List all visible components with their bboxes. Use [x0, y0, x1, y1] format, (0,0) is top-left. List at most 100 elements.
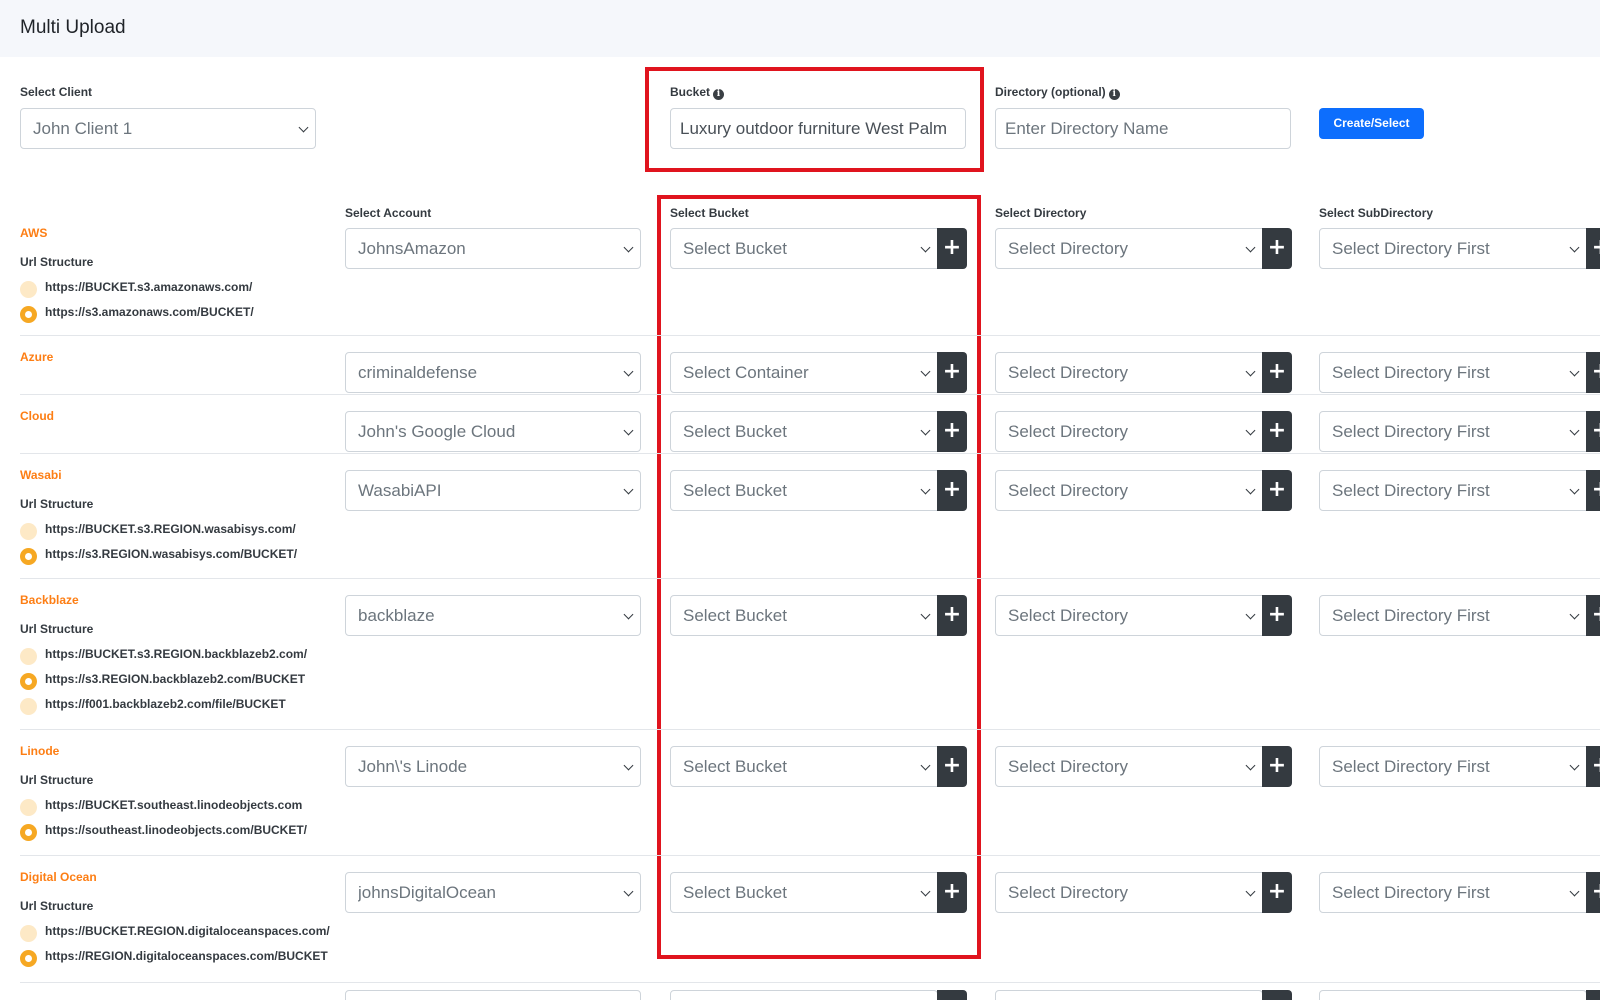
subdirectory-select-aws[interactable]: Select Directory First — [1319, 228, 1587, 269]
chevron-down-icon — [1569, 886, 1580, 897]
client-select-value: John Client 1 — [33, 119, 133, 138]
partial-row-add-button[interactable] — [937, 990, 967, 1000]
directory-select-backblaze[interactable]: Select Directory — [995, 595, 1263, 636]
add-bucket-button-cloud[interactable]: + — [937, 411, 967, 452]
subdirectory-select-digital-ocean[interactable]: Select Directory First — [1319, 872, 1587, 913]
directory-select-cloud[interactable]: Select Directory — [995, 411, 1263, 452]
url-structure-radio[interactable] — [20, 548, 37, 565]
add-subdirectory-button-azure[interactable]: + — [1586, 352, 1600, 393]
chevron-down-icon — [920, 425, 931, 436]
add-directory-button-wasabi[interactable]: + — [1262, 470, 1292, 511]
account-select-backblaze[interactable]: backblaze — [345, 595, 641, 636]
bucket-select-wasabi[interactable]: Select Bucket — [670, 470, 938, 511]
directory-select-linode[interactable]: Select Directory — [995, 746, 1263, 787]
add-directory-button-digital-ocean[interactable]: + — [1262, 872, 1292, 913]
row-divider — [20, 982, 1600, 983]
subdirectory-select-backblaze[interactable]: Select Directory First — [1319, 595, 1587, 636]
bucket-select-value: Select Bucket — [683, 422, 787, 441]
subdirectory-select-wasabi[interactable]: Select Directory First — [1319, 470, 1587, 511]
partial-row-select[interactable] — [995, 990, 1263, 1000]
subdirectory-select-azure[interactable]: Select Directory First — [1319, 352, 1587, 393]
account-select-linode[interactable]: John\'s Linode — [345, 746, 641, 787]
chevron-down-icon — [1245, 425, 1256, 436]
add-subdirectory-button-backblaze[interactable]: + — [1586, 595, 1600, 636]
chevron-down-icon — [1245, 886, 1256, 897]
url-structure-radio[interactable] — [20, 648, 37, 665]
url-structure-radio[interactable] — [20, 925, 37, 942]
chevron-down-icon — [623, 886, 634, 897]
account-select-azure[interactable]: criminaldefense — [345, 352, 641, 393]
bucket-select-value: Select Bucket — [683, 757, 787, 776]
client-select[interactable]: John Client 1 — [20, 108, 316, 149]
url-structure-option: https://BUCKET.s3.REGION.backblazeb2.com… — [45, 647, 308, 661]
account-select-aws[interactable]: JohnsAmazon — [345, 228, 641, 269]
add-bucket-button-azure[interactable]: + — [937, 352, 967, 393]
account-select-cloud[interactable]: John's Google Cloud — [345, 411, 641, 452]
bucket-select-backblaze[interactable]: Select Bucket — [670, 595, 938, 636]
url-structure-radio[interactable] — [20, 673, 37, 690]
account-select-wasabi[interactable]: WasabiAPI — [345, 470, 641, 511]
add-bucket-button-backblaze[interactable]: + — [937, 595, 967, 636]
add-directory-button-backblaze[interactable]: + — [1262, 595, 1292, 636]
subdirectory-select-linode[interactable]: Select Directory First — [1319, 746, 1587, 787]
chevron-down-icon — [623, 425, 634, 436]
directory-select-aws[interactable]: Select Directory — [995, 228, 1263, 269]
directory-select-value: Select Directory — [1008, 363, 1128, 382]
url-structure-radio[interactable] — [20, 950, 37, 967]
add-bucket-button-digital-ocean[interactable]: + — [937, 872, 967, 913]
url-structure-radio[interactable] — [20, 281, 37, 298]
directory-select-azure[interactable]: Select Directory — [995, 352, 1263, 393]
add-directory-button-aws[interactable]: + — [1262, 228, 1292, 269]
partial-row-select[interactable] — [345, 990, 641, 1000]
bucket-select-value: Select Bucket — [683, 883, 787, 902]
url-structure-radio[interactable] — [20, 698, 37, 715]
account-select-value: John's Google Cloud — [358, 422, 516, 441]
chevron-down-icon — [920, 366, 931, 377]
info-icon[interactable]: i — [1108, 89, 1120, 100]
partial-row-select[interactable] — [1319, 990, 1587, 1000]
chevron-down-icon — [920, 609, 931, 620]
add-directory-button-cloud[interactable]: + — [1262, 411, 1292, 452]
url-structure-label: Url Structure — [20, 622, 94, 636]
bucket-select-cloud[interactable]: Select Bucket — [670, 411, 938, 452]
add-bucket-button-linode[interactable]: + — [937, 746, 967, 787]
url-structure-radio[interactable] — [20, 824, 37, 841]
bucket-select-linode[interactable]: Select Bucket — [670, 746, 938, 787]
bucket-select-value: Select Bucket — [683, 606, 787, 625]
partial-row-add-button[interactable] — [1262, 990, 1292, 1000]
directory-select-value: Select Directory — [1008, 883, 1128, 902]
row-divider — [20, 335, 1600, 336]
add-bucket-button-wasabi[interactable]: + — [937, 470, 967, 511]
subdirectory-select-cloud[interactable]: Select Directory First — [1319, 411, 1587, 452]
add-subdirectory-button-cloud[interactable]: + — [1586, 411, 1600, 452]
page-header: Multi Upload — [0, 0, 1600, 57]
partial-row-select[interactable] — [670, 990, 938, 1000]
create-select-button[interactable]: Create/Select — [1319, 108, 1424, 139]
chevron-down-icon — [1569, 484, 1580, 495]
directory-select-wasabi[interactable]: Select Directory — [995, 470, 1263, 511]
add-directory-button-linode[interactable]: + — [1262, 746, 1292, 787]
directory-select-digital-ocean[interactable]: Select Directory — [995, 872, 1263, 913]
add-subdirectory-button-digital-ocean[interactable]: + — [1586, 872, 1600, 913]
add-directory-button-azure[interactable]: + — [1262, 352, 1292, 393]
directory-label-text: Directory (optional) — [995, 85, 1106, 99]
url-structure-option: https://BUCKET.s3.amazonaws.com/ — [45, 280, 253, 294]
add-bucket-button-aws[interactable]: + — [937, 228, 967, 269]
url-structure-option: https://BUCKET.REGION.digitaloceanspaces… — [45, 924, 330, 938]
account-select-digital-ocean[interactable]: johnsDigitalOcean — [345, 872, 641, 913]
chevron-down-icon — [920, 760, 931, 771]
bucket-select-digital-ocean[interactable]: Select Bucket — [670, 872, 938, 913]
url-structure-option: https://s3.REGION.wasabisys.com/BUCKET/ — [45, 547, 298, 561]
directory-input[interactable]: Enter Directory Name — [995, 108, 1291, 149]
add-subdirectory-button-linode[interactable]: + — [1586, 746, 1600, 787]
url-structure-radio[interactable] — [20, 523, 37, 540]
row-divider — [20, 394, 1600, 395]
url-structure-radio[interactable] — [20, 306, 37, 323]
partial-row-add-button[interactable] — [1586, 990, 1600, 1000]
add-subdirectory-button-aws[interactable]: + — [1586, 228, 1600, 269]
bucket-select-aws[interactable]: Select Bucket — [670, 228, 938, 269]
add-subdirectory-button-wasabi[interactable]: + — [1586, 470, 1600, 511]
bucket-select-azure[interactable]: Select Container — [670, 352, 938, 393]
chevron-down-icon — [623, 609, 634, 620]
url-structure-radio[interactable] — [20, 799, 37, 816]
